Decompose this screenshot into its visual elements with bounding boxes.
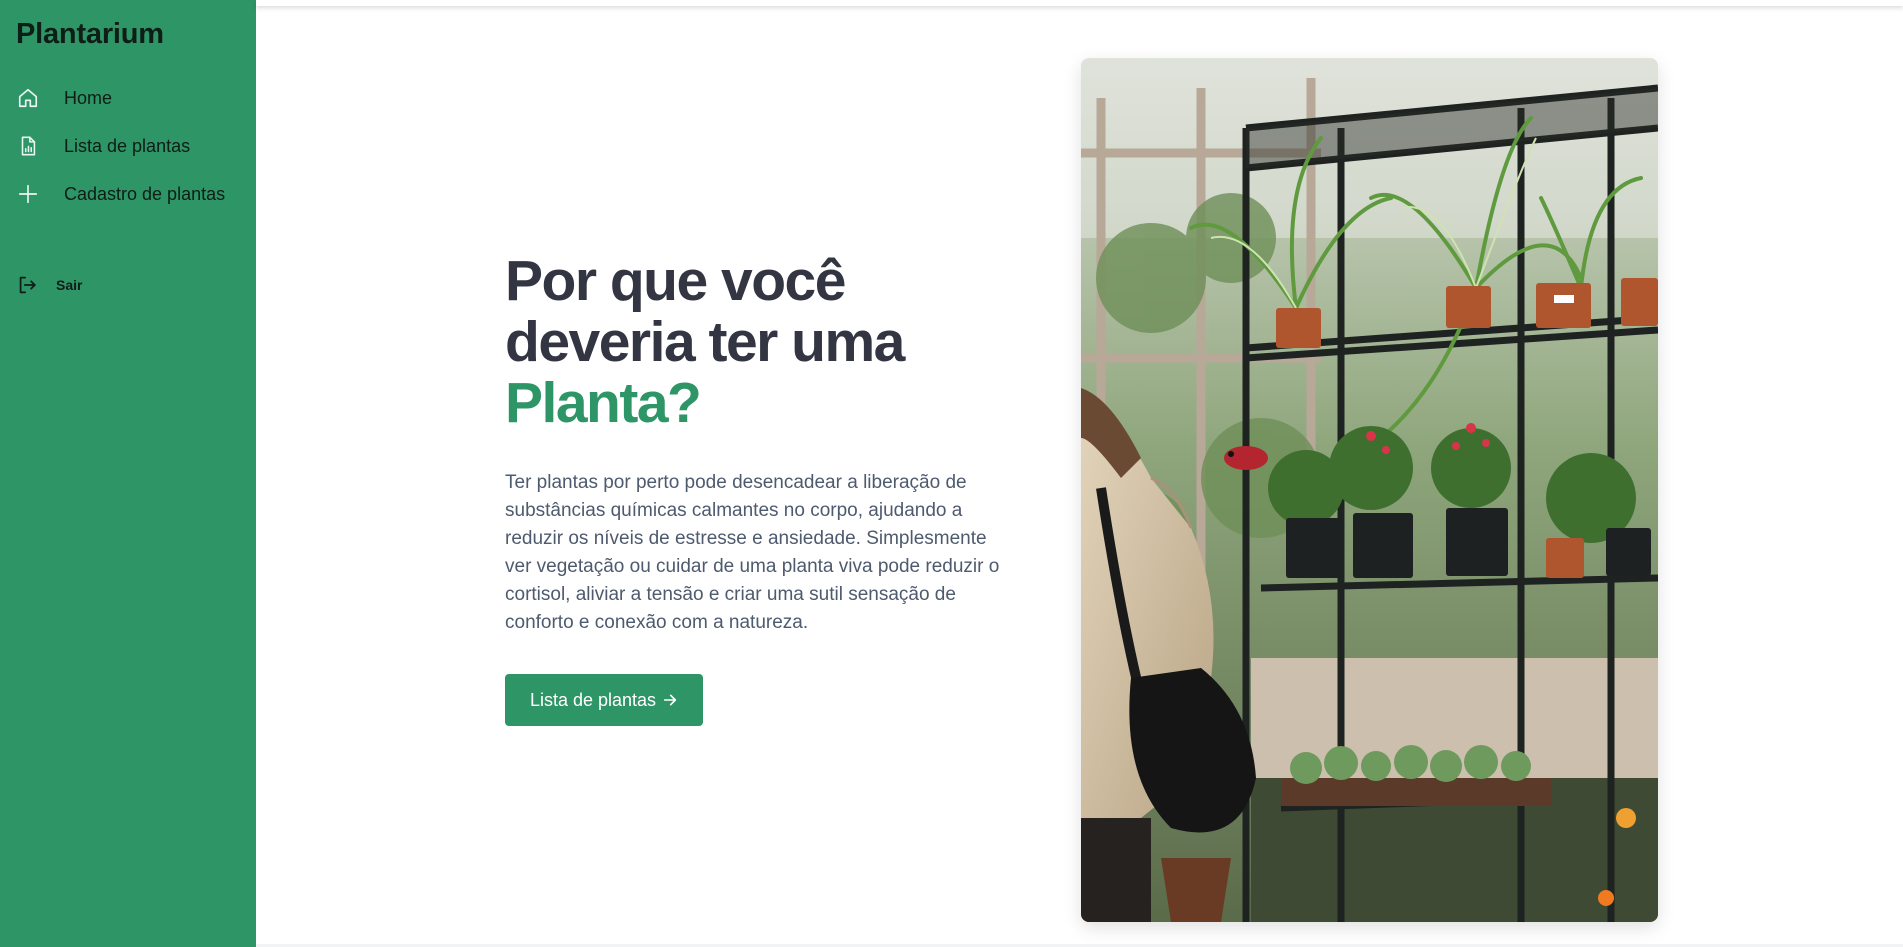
sidebar-item-label: Cadastro de plantas	[64, 183, 226, 204]
file-chart-icon	[17, 135, 39, 157]
sidebar-item-label: Lista de plantas	[64, 135, 191, 156]
top-header-bar	[256, 0, 1903, 6]
plant-list-button-label: Lista de plantas	[529, 689, 657, 710]
hero-title-line: Por que você	[505, 249, 846, 313]
hero-title: Por que você deveria ter uma Planta?	[505, 251, 1025, 434]
plus-icon	[17, 183, 39, 205]
greenhouse-plants-photo	[1081, 58, 1658, 922]
hero-description: Ter plantas por perto pode desencadear a…	[505, 472, 1000, 633]
sidebar-item-plant-list[interactable]: Lista de plantas	[0, 126, 256, 166]
app-brand: Plantarium	[16, 18, 164, 50]
plant-list-button[interactable]: Lista de plantas	[505, 674, 703, 726]
sidebar-item-home[interactable]: Home	[0, 78, 256, 118]
logout-label: Sair	[56, 277, 83, 293]
home-icon	[17, 87, 39, 109]
arrow-right-icon	[662, 692, 678, 708]
hero-title-accent: Planta?	[505, 371, 702, 435]
logout-button[interactable]: Sair	[0, 265, 256, 305]
sidebar: Plantarium Home Lista de plantas Cadastr…	[0, 0, 256, 947]
hero-title-line: deveria ter uma	[505, 310, 905, 374]
sidebar-item-label: Home	[64, 87, 113, 108]
logout-icon	[16, 274, 38, 296]
sidebar-item-plant-register[interactable]: Cadastro de plantas	[0, 174, 256, 214]
